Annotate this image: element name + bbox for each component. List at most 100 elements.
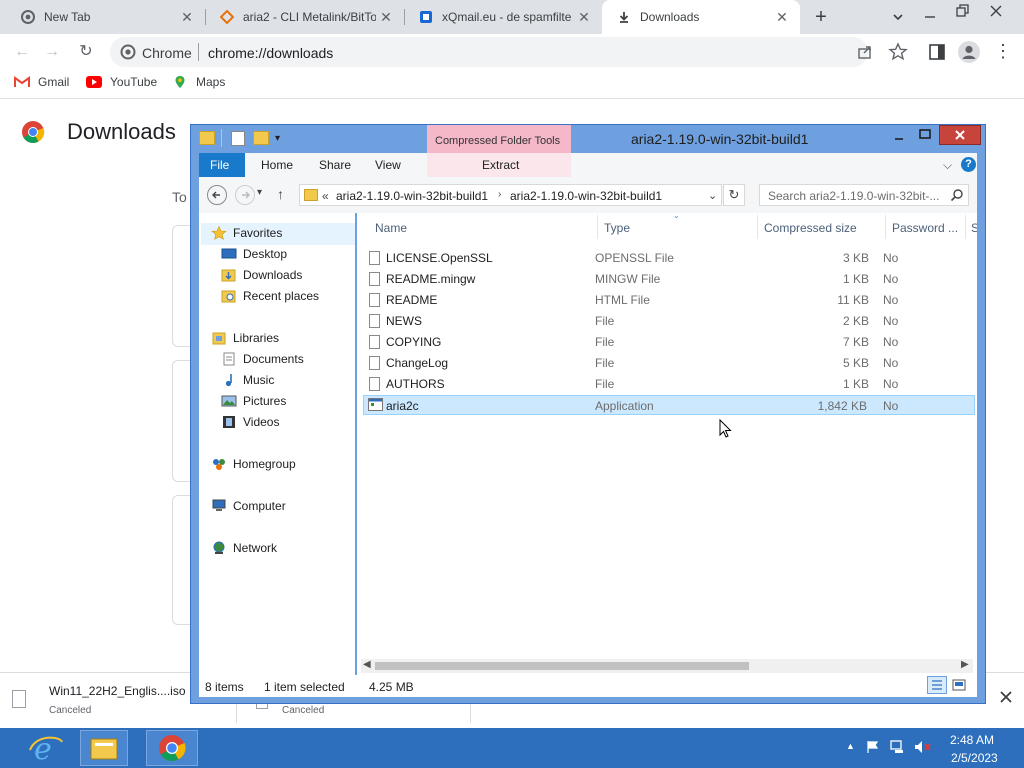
back-icon[interactable]: ← [10,40,34,64]
column-divider[interactable] [597,215,598,239]
tab-xqmail[interactable]: xQmail.eu - de spamfilte ✕ [404,0,602,34]
bookmark-star-icon[interactable] [888,42,908,62]
nav-favorites[interactable]: Favorites [211,225,282,240]
large-icons-view-icon[interactable] [951,677,967,693]
close-tab-icon[interactable]: ✕ [376,9,396,26]
file-row[interactable]: README.mingw MINGW File 1 KB No [363,269,975,289]
network-tray-icon[interactable] [890,740,906,754]
minimize-icon[interactable] [920,8,940,26]
refresh-icon[interactable]: ↻ [723,184,745,206]
omnibox[interactable]: Chrome chrome://downloads [110,37,871,67]
ribbon-tab-view[interactable]: View [375,158,401,172]
nav-music[interactable]: Music [221,373,274,387]
explorer-titlebar[interactable]: ▾ Compressed Folder Tools aria2-1.19.0-w… [191,125,985,153]
address-bar[interactable]: « aria2-1.19.0-win-32bit-build1 › aria2-… [299,184,722,206]
nav-libraries[interactable]: Libraries [211,331,279,345]
scrollbar-thumb[interactable] [375,662,749,670]
column-header-name[interactable]: Name [375,221,407,235]
recent-locations-icon[interactable]: ▾ [257,187,262,198]
help-icon[interactable]: ? [961,157,976,172]
column-header-size[interactable]: Si [971,221,977,235]
up-icon[interactable]: ↑ [277,186,284,202]
breadcrumb-item[interactable]: aria2-1.19.0-win-32bit-build1 [336,189,488,203]
ribbon-expand-icon[interactable]: ⌵ [943,158,952,173]
file-row[interactable]: README HTML File 11 KB No [363,290,975,310]
profile-avatar[interactable] [958,41,980,63]
minimize-icon[interactable] [889,129,909,145]
tab-new-tab[interactable]: New Tab ✕ [0,0,205,34]
nav-network[interactable]: Network [211,541,277,555]
address-dropdown-icon[interactable]: ⌄ [708,189,717,202]
scroll-right-icon[interactable]: ▶ [961,659,969,670]
details-view-icon[interactable] [927,676,947,694]
column-divider[interactable] [965,215,966,239]
properties-icon[interactable] [231,131,245,146]
action-center-flag-icon[interactable] [866,740,880,754]
file-explorer-icon[interactable] [80,730,128,766]
share-icon[interactable] [856,43,874,61]
new-folder-icon[interactable] [253,131,269,145]
tab-aria2[interactable]: aria2 - CLI Metalink/BitTo ✕ [205,0,404,34]
bookmark-youtube[interactable]: YouTube [86,75,157,89]
volume-muted-icon[interactable] [914,740,932,754]
nav-pictures[interactable]: Pictures [221,394,286,408]
nav-downloads[interactable]: Downloads [221,268,302,282]
restore-icon[interactable] [952,2,972,20]
forward-icon[interactable]: → [40,40,64,64]
tray-overflow-icon[interactable]: ▲ [846,741,855,751]
column-header-password[interactable]: Password ... [892,221,958,235]
clock-date[interactable]: 2/5/2023 [951,751,998,765]
nav-computer[interactable]: Computer [211,499,286,513]
file-row[interactable]: AUTHORS File 1 KB No [363,374,975,394]
file-row[interactable]: LICENSE.OpenSSL OPENSSL File 3 KB No [363,248,975,268]
forward-icon[interactable] [235,185,255,205]
file-compressed-size: 11 KB [837,293,869,307]
nav-videos[interactable]: Videos [221,415,279,429]
shelf-item-name[interactable]: Win11_22H2_Englis....iso [49,684,186,698]
nav-documents[interactable]: Documents [221,352,304,366]
new-tab-button[interactable]: + [810,6,832,28]
ribbon-tab-extract[interactable]: Extract [427,153,571,177]
menu-kebab-icon[interactable]: ⋮ [994,41,1012,63]
breadcrumb-overflow[interactable]: « [322,189,329,203]
ribbon-tab-share[interactable]: Share [319,158,351,172]
chrome-taskbar-icon[interactable] [146,730,198,766]
file-row[interactable]: NEWS File 2 KB No [363,311,975,331]
nav-recent-places[interactable]: Recent places [221,289,319,303]
clock-time[interactable]: 2:48 AM [950,733,994,747]
tab-search-icon[interactable] [888,8,908,26]
nav-desktop[interactable]: Desktop [221,247,287,261]
close-window-icon[interactable] [986,2,1006,20]
side-panel-icon[interactable] [928,43,946,61]
search-box[interactable]: Search aria2-1.19.0-win-32bit-... [759,184,969,206]
close-tab-icon[interactable]: ✕ [177,9,197,26]
breadcrumb-chevron-icon[interactable]: › [498,189,501,200]
bookmark-maps[interactable]: Maps [172,75,225,89]
close-tab-icon[interactable]: ✕ [574,9,594,26]
ribbon-tab-file[interactable]: File [199,153,245,177]
ribbon-tab-home[interactable]: Home [261,158,293,172]
column-header-type[interactable]: Type [604,221,630,235]
nav-homegroup[interactable]: Homegroup [211,457,296,471]
horizontal-scrollbar[interactable]: ◀ ▶ [361,659,973,673]
back-icon[interactable] [207,185,227,205]
column-divider[interactable] [885,215,886,239]
browser-toolbar: ← → ↻ Chrome chrome://downloads ⋮ [0,34,1024,70]
column-divider[interactable] [757,215,758,239]
column-header-compressed-size[interactable]: Compressed size [764,221,857,235]
file-row-selected[interactable]: aria2c Application 1,842 KB No [363,395,975,415]
tab-downloads[interactable]: Downloads ✕ [602,0,800,34]
file-row[interactable]: ChangeLog File 5 KB No [363,353,975,373]
reload-icon[interactable]: ↻ [74,40,98,64]
bookmark-gmail[interactable]: Gmail [14,75,69,89]
breadcrumb-item[interactable]: aria2-1.19.0-win-32bit-build1 [510,189,662,203]
close-window-button[interactable] [939,125,981,145]
file-row[interactable]: COPYING File 7 KB No [363,332,975,352]
ie-icon[interactable]: e [26,732,66,767]
file-icon [12,690,26,708]
scroll-left-icon[interactable]: ◀ [363,659,371,670]
qat-dropdown-icon[interactable]: ▾ [275,133,280,144]
close-tab-icon[interactable]: ✕ [772,9,792,26]
maximize-icon[interactable] [915,127,935,143]
close-shelf-icon[interactable] [998,689,1014,705]
